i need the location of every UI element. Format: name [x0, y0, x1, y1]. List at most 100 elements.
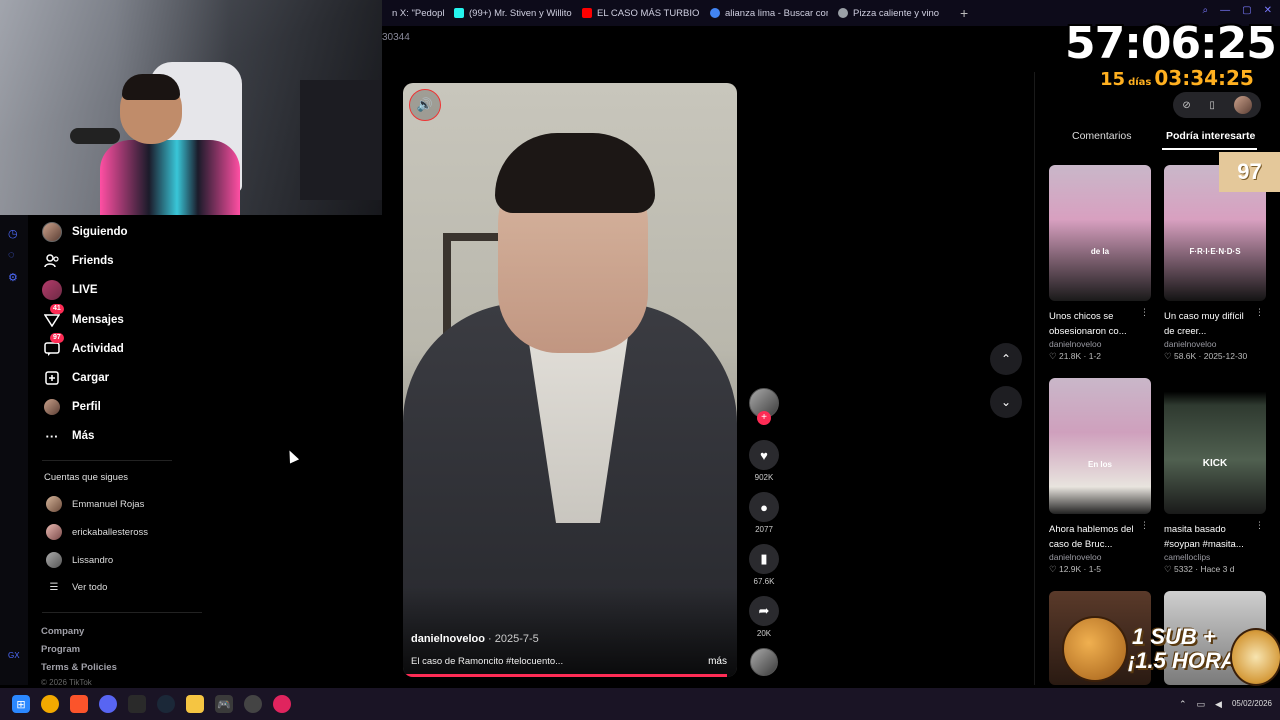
tab-label: Pizza caliente y vino: [853, 7, 940, 19]
account-avatar: [46, 496, 62, 512]
windows-start-icon[interactable]: ⊞: [12, 695, 30, 713]
recommended-card[interactable]: KICK ⋮ masita basado #soypan #masita... …: [1164, 378, 1266, 575]
store-icon[interactable]: [128, 695, 146, 713]
following-account[interactable]: Lissandro: [46, 552, 113, 568]
phone-icon[interactable]: ▯: [1209, 100, 1215, 111]
discord-icon[interactable]: [99, 695, 117, 713]
card-title: Un caso muy difícil de creer...: [1164, 311, 1244, 337]
tab-label: (99+) Mr. Stiven y Willito e: [469, 7, 572, 19]
footer-program[interactable]: Program: [41, 644, 80, 655]
recommended-card[interactable]: F·R·I·E·N·D·S ⋮ Un caso muy difícil de c…: [1164, 165, 1266, 362]
steam-icon[interactable]: [157, 695, 175, 713]
emote-text-line1: 1 SUB +: [1132, 624, 1216, 649]
gx-icon[interactable]: GX: [8, 651, 20, 660]
nav-messages[interactable]: 41 Mensajes: [42, 304, 124, 331]
tab-recommended[interactable]: Podría interesarte: [1166, 130, 1255, 142]
chat-icon[interactable]: ◌: [8, 249, 15, 261]
more-options-icon[interactable]: ⋮: [1255, 307, 1264, 318]
card-thumbnail: En los: [1049, 378, 1151, 514]
sub-timer: 15 días 03:34:25: [1100, 66, 1254, 90]
browser-tab[interactable]: n X: "Pedopl: [382, 0, 444, 26]
video-progress-bar[interactable]: [403, 674, 727, 677]
volume-icon[interactable]: ◀: [1215, 699, 1222, 710]
minimize-icon[interactable]: —: [1220, 5, 1230, 16]
nav-friends[interactable]: Friends: [42, 250, 114, 272]
new-tab-button[interactable]: +: [946, 5, 982, 21]
panel-toolbar: ⊘ ▯: [1173, 92, 1261, 118]
footer-terms[interactable]: Terms & Policies: [41, 662, 117, 673]
streamer-shirt: [100, 140, 240, 215]
more-options-icon[interactable]: ⋮: [1140, 307, 1149, 318]
account-avatar: [46, 552, 62, 568]
nav-label: Perfil: [72, 401, 101, 413]
more-options-icon[interactable]: ⋮: [1140, 520, 1149, 531]
messages-icon: 41: [42, 304, 64, 330]
save-button[interactable]: ▮ 67.6K: [746, 544, 782, 586]
compass-icon[interactable]: ⊘: [1182, 100, 1190, 111]
card-title: masita basado #soypan #masita...: [1164, 524, 1244, 550]
like-count: 902K: [754, 473, 774, 482]
sub-days: 15: [1100, 69, 1126, 90]
search-icon[interactable]: ⌕: [1203, 5, 1209, 16]
browser-tab[interactable]: alianza lima - Buscar con: [700, 0, 828, 26]
tab-comments[interactable]: Comentarios: [1072, 130, 1132, 142]
chevron-up-icon: ⌃: [1000, 352, 1012, 366]
obs-icon[interactable]: [244, 695, 262, 713]
music-disc-button[interactable]: [746, 648, 782, 676]
card-thumbnail: KICK: [1164, 378, 1266, 514]
system-clock[interactable]: 05/02/2026: [1232, 699, 1272, 709]
network-icon[interactable]: ▭: [1197, 699, 1206, 710]
previous-video-button[interactable]: ⌃: [990, 343, 1022, 375]
profile-avatar-icon: [42, 397, 62, 417]
browser-tab[interactable]: Pizza caliente y vino: [828, 0, 946, 26]
gamepad-icon[interactable]: 🎮: [215, 695, 233, 713]
nav-live[interactable]: LIVE: [42, 279, 98, 301]
microphone: [70, 128, 120, 144]
follow-plus-icon[interactable]: +: [757, 411, 771, 425]
volume-button[interactable]: 🔊: [409, 89, 441, 121]
more-options-icon[interactable]: ⋮: [1255, 520, 1264, 531]
opera-gx-icon[interactable]: [273, 695, 291, 713]
share-icon: ➦: [749, 596, 779, 626]
tiktok-sidebar: Siguiendo Friends LIVE 41 Mensajes 97 Ac…: [28, 215, 383, 687]
user-avatar[interactable]: [1233, 96, 1252, 114]
following-account[interactable]: Emmanuel Rojas: [46, 496, 144, 512]
nav-profile[interactable]: Perfil: [42, 396, 101, 418]
nav-more[interactable]: ··· Más: [42, 425, 95, 447]
settings-icon[interactable]: ⚙: [8, 271, 18, 284]
recommended-card[interactable]: En los ⋮ Ahora hablemos del caso de Bruc…: [1049, 378, 1151, 575]
browser-tab[interactable]: (99+) Mr. Stiven y Willito e: [444, 0, 572, 26]
recommended-card[interactable]: de la ⋮ Unos chicos se obsesionaron co..…: [1049, 165, 1151, 362]
sub-days-label: días: [1128, 77, 1152, 88]
like-button[interactable]: ♥ 902K: [746, 440, 782, 482]
share-button[interactable]: ➦ 20K: [746, 596, 782, 638]
comment-button[interactable]: ● 2077: [746, 492, 782, 534]
next-video-button[interactable]: ⌄: [990, 386, 1022, 418]
card-stats: ♡ 21.8K · 1-2: [1049, 351, 1102, 361]
webcam-overlay: [0, 0, 382, 215]
browser-tab[interactable]: EL CASO MÁS TURBIO DE: [572, 0, 700, 26]
clock-mascot-icon: [1230, 628, 1280, 686]
tiktok-icon: [454, 8, 464, 18]
coin-app-icon[interactable]: [41, 695, 59, 713]
video-author[interactable]: danielnoveloo · 2025-7-5: [411, 633, 539, 645]
footer-company[interactable]: Company: [41, 626, 84, 637]
history-icon[interactable]: ◷: [8, 227, 18, 240]
caption-more-button[interactable]: más: [708, 656, 727, 667]
chevron-up-icon[interactable]: ⌃: [1179, 699, 1187, 710]
nav-activity[interactable]: 97 Actividad: [42, 333, 124, 360]
following-account[interactable]: erickaballesteross: [46, 524, 148, 540]
video-player[interactable]: 🔊 danielnoveloo · 2025-7-5 El caso de Ra…: [403, 83, 737, 677]
folder-icon[interactable]: [186, 695, 204, 713]
brave-icon[interactable]: [70, 695, 88, 713]
nav-upload[interactable]: Cargar: [42, 367, 109, 389]
live-icon: [42, 280, 62, 300]
system-date: 05/02/2026: [1231, 699, 1272, 708]
sub-time: 03:34:25: [1154, 66, 1254, 90]
creator-avatar-button[interactable]: +: [746, 388, 782, 425]
nav-following[interactable]: Siguiendo: [42, 221, 128, 243]
close-icon[interactable]: ✕: [1264, 5, 1272, 16]
maximize-icon[interactable]: ▢: [1242, 5, 1251, 16]
stream-timer: 57:06:25: [1065, 18, 1277, 69]
see-all-link[interactable]: ☰ Ver todo: [46, 582, 108, 593]
